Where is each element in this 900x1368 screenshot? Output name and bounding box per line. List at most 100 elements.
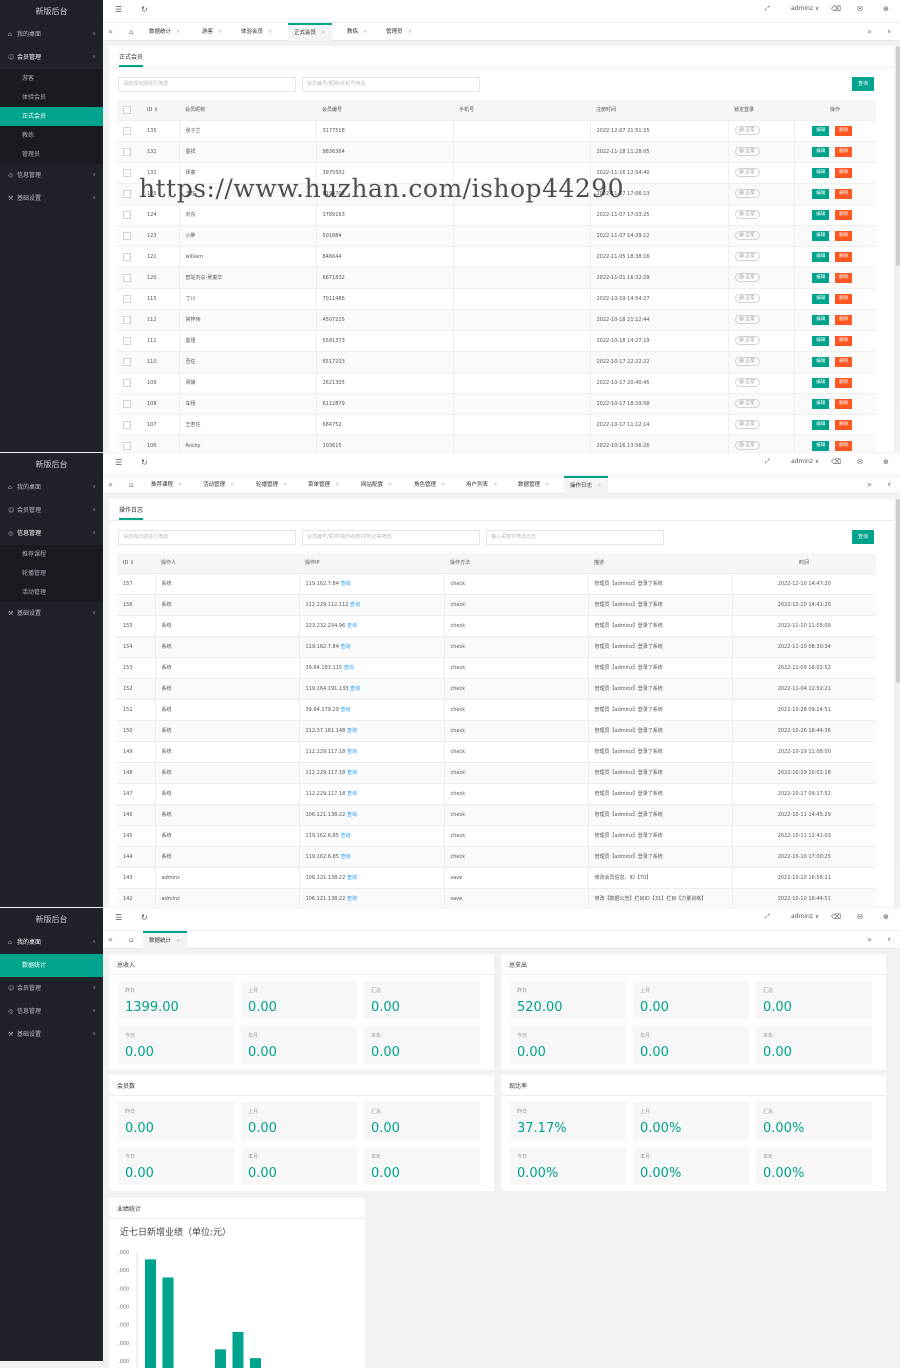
lock-toggle[interactable]: 正常 [734, 189, 760, 198]
sidebar-item-member[interactable]: ☺ 会员管理 ∨ [0, 977, 103, 1000]
lock-toggle[interactable]: 正常 [734, 294, 760, 303]
edit-button[interactable]: 编辑 [812, 398, 830, 409]
close-icon[interactable]: × [176, 938, 181, 944]
delete-button[interactable]: 删除 [835, 188, 853, 199]
edit-button[interactable]: 编辑 [812, 125, 830, 136]
edit-button[interactable]: 编辑 [812, 293, 830, 304]
theme-icon[interactable]: ⊕ [883, 5, 889, 13]
ip-query-link[interactable]: 查询 [347, 875, 357, 881]
chart-bar[interactable] [250, 1358, 261, 1368]
ip-query-link[interactable]: 查询 [350, 602, 360, 608]
tabs-prev-icon[interactable]: « [108, 23, 113, 41]
ip-query-link[interactable]: 查询 [347, 770, 357, 776]
home-tab-icon[interactable]: ⌂ [129, 476, 133, 494]
lock-toggle[interactable]: 正常 [734, 210, 760, 219]
theme-icon[interactable]: ⊕ [883, 913, 889, 921]
user-menu[interactable]: adminz ∨ [791, 458, 819, 465]
lock-toggle[interactable]: 正常 [734, 252, 760, 261]
tab-formal[interactable]: 正式会员 × [288, 23, 332, 41]
chart-bar[interactable] [232, 1331, 244, 1368]
row-checkbox[interactable] [117, 162, 141, 184]
row-checkbox[interactable] [117, 183, 141, 205]
ip-query-link[interactable]: 查询 [341, 833, 351, 839]
edit-button[interactable]: 编辑 [812, 209, 830, 220]
lock-toggle[interactable]: 正常 [734, 147, 760, 156]
edit-button[interactable]: 编辑 [812, 356, 830, 367]
sidebar-item-desk[interactable]: ⌂ 我的桌面 ∨ [0, 476, 103, 499]
delete-button[interactable]: 删除 [835, 377, 853, 388]
query-button[interactable]: 查询 [852, 530, 875, 544]
message-icon[interactable]: ✉ [857, 913, 863, 921]
delete-button[interactable]: 删除 [835, 335, 853, 346]
close-icon[interactable]: × [388, 482, 393, 488]
close-icon[interactable]: × [441, 482, 446, 488]
select-all-checkbox[interactable] [117, 100, 141, 121]
tab-trial[interactable]: 体验会员 × [235, 23, 279, 41]
lock-toggle[interactable]: 正常 [734, 315, 760, 324]
delete-button[interactable]: 删除 [835, 293, 853, 304]
sidebar-item-activity[interactable]: 活动管理 [0, 583, 103, 602]
tab-data[interactable]: 数据管理 × [512, 476, 556, 494]
close-icon[interactable]: × [408, 29, 413, 35]
tab-users[interactable]: 用户列表 × [460, 476, 504, 494]
row-checkbox[interactable] [117, 372, 141, 394]
lock-toggle[interactable]: 正常 [734, 336, 760, 345]
close-icon[interactable]: × [218, 29, 223, 35]
ip-query-link[interactable]: 查询 [347, 623, 357, 629]
edit-button[interactable]: 编辑 [812, 188, 830, 199]
row-checkbox[interactable] [117, 141, 141, 163]
keyword-filter-input[interactable]: 会员编号/昵称/操作名称/IP地址等筛选 [302, 530, 480, 545]
sidebar-item-base[interactable]: ⚒ 基础设置 ∨ [0, 602, 103, 625]
ip-query-link[interactable]: 查询 [341, 581, 351, 587]
edit-button[interactable]: 编辑 [812, 167, 830, 178]
tab-stats[interactable]: 数据统计 × [143, 931, 187, 949]
sidebar-item-member[interactable]: ☺ 会员管理 ∧ [0, 46, 103, 69]
edit-button[interactable]: 编辑 [812, 377, 830, 388]
delete-button[interactable]: 删除 [835, 209, 853, 220]
close-icon[interactable]: × [545, 482, 550, 488]
tab-course[interactable]: 推荐课程 × [145, 476, 189, 494]
refresh-icon[interactable]: ↻ [141, 5, 148, 14]
tabs-dropdown-icon[interactable]: ∨ [887, 23, 891, 41]
chart-bar[interactable] [145, 1259, 156, 1368]
tab-coach[interactable]: 教练 × [341, 23, 374, 41]
tab-log[interactable]: 操作日志 × [564, 476, 608, 494]
home-tab-icon[interactable]: ⌂ [129, 931, 133, 949]
close-icon[interactable]: × [176, 29, 181, 35]
delete-button[interactable]: 删除 [835, 167, 853, 178]
sidebar-item-info[interactable]: ◎ 信息管理 ∨ [0, 1000, 103, 1023]
lock-toggle[interactable]: 正常 [734, 441, 760, 450]
delete-button[interactable]: 删除 [835, 440, 853, 451]
edit-button[interactable]: 编辑 [812, 314, 830, 325]
sidebar-item-member[interactable]: ☺ 会员管理 ∨ [0, 499, 103, 522]
sidebar-item-admin[interactable]: 管理员 [0, 145, 103, 164]
ip-query-link[interactable]: 查询 [341, 707, 351, 713]
sidebar-item-trial[interactable]: 体验会员 [0, 88, 103, 107]
close-icon[interactable]: × [363, 29, 368, 35]
col-header-id[interactable]: ID ⇕ [117, 553, 155, 574]
lock-toggle[interactable]: 正常 [734, 357, 760, 366]
delete-button[interactable]: 删除 [835, 398, 853, 409]
date-filter-input[interactable]: 请选择日期进行筛选 [118, 530, 296, 545]
date-filter-input[interactable]: 请选择日期进行筛选 [118, 77, 296, 92]
tab-stats[interactable]: 数据统计 × [143, 23, 187, 41]
ip-query-link[interactable]: 查询 [350, 686, 360, 692]
lock-toggle[interactable]: 正常 [734, 273, 760, 282]
ip-query-link[interactable]: 查询 [341, 644, 351, 650]
row-checkbox[interactable] [117, 246, 141, 268]
lock-toggle[interactable]: 正常 [734, 399, 760, 408]
sidebar-item-base[interactable]: ⚒ 基础设置 ∨ [0, 187, 103, 210]
row-checkbox[interactable] [117, 330, 141, 352]
close-icon[interactable]: × [230, 482, 235, 488]
sidebar-item-base[interactable]: ⚒ 基础设置 ∨ [0, 1023, 103, 1046]
delete-button[interactable]: 删除 [835, 146, 853, 157]
tab-activity[interactable]: 活动管理 × [197, 476, 241, 494]
row-checkbox[interactable] [117, 267, 141, 289]
delete-button[interactable]: 删除 [835, 314, 853, 325]
sidebar-item-desk[interactable]: ⌂ 我的桌面 ∧ [0, 931, 103, 954]
clear-cache-icon[interactable]: ⌫ [831, 458, 841, 466]
col-header-id[interactable]: ID ⇕ [141, 100, 179, 121]
tabs-next-icon[interactable]: » [867, 476, 872, 494]
message-icon[interactable]: ✉ [857, 5, 863, 13]
lock-toggle[interactable]: 正常 [734, 231, 760, 240]
